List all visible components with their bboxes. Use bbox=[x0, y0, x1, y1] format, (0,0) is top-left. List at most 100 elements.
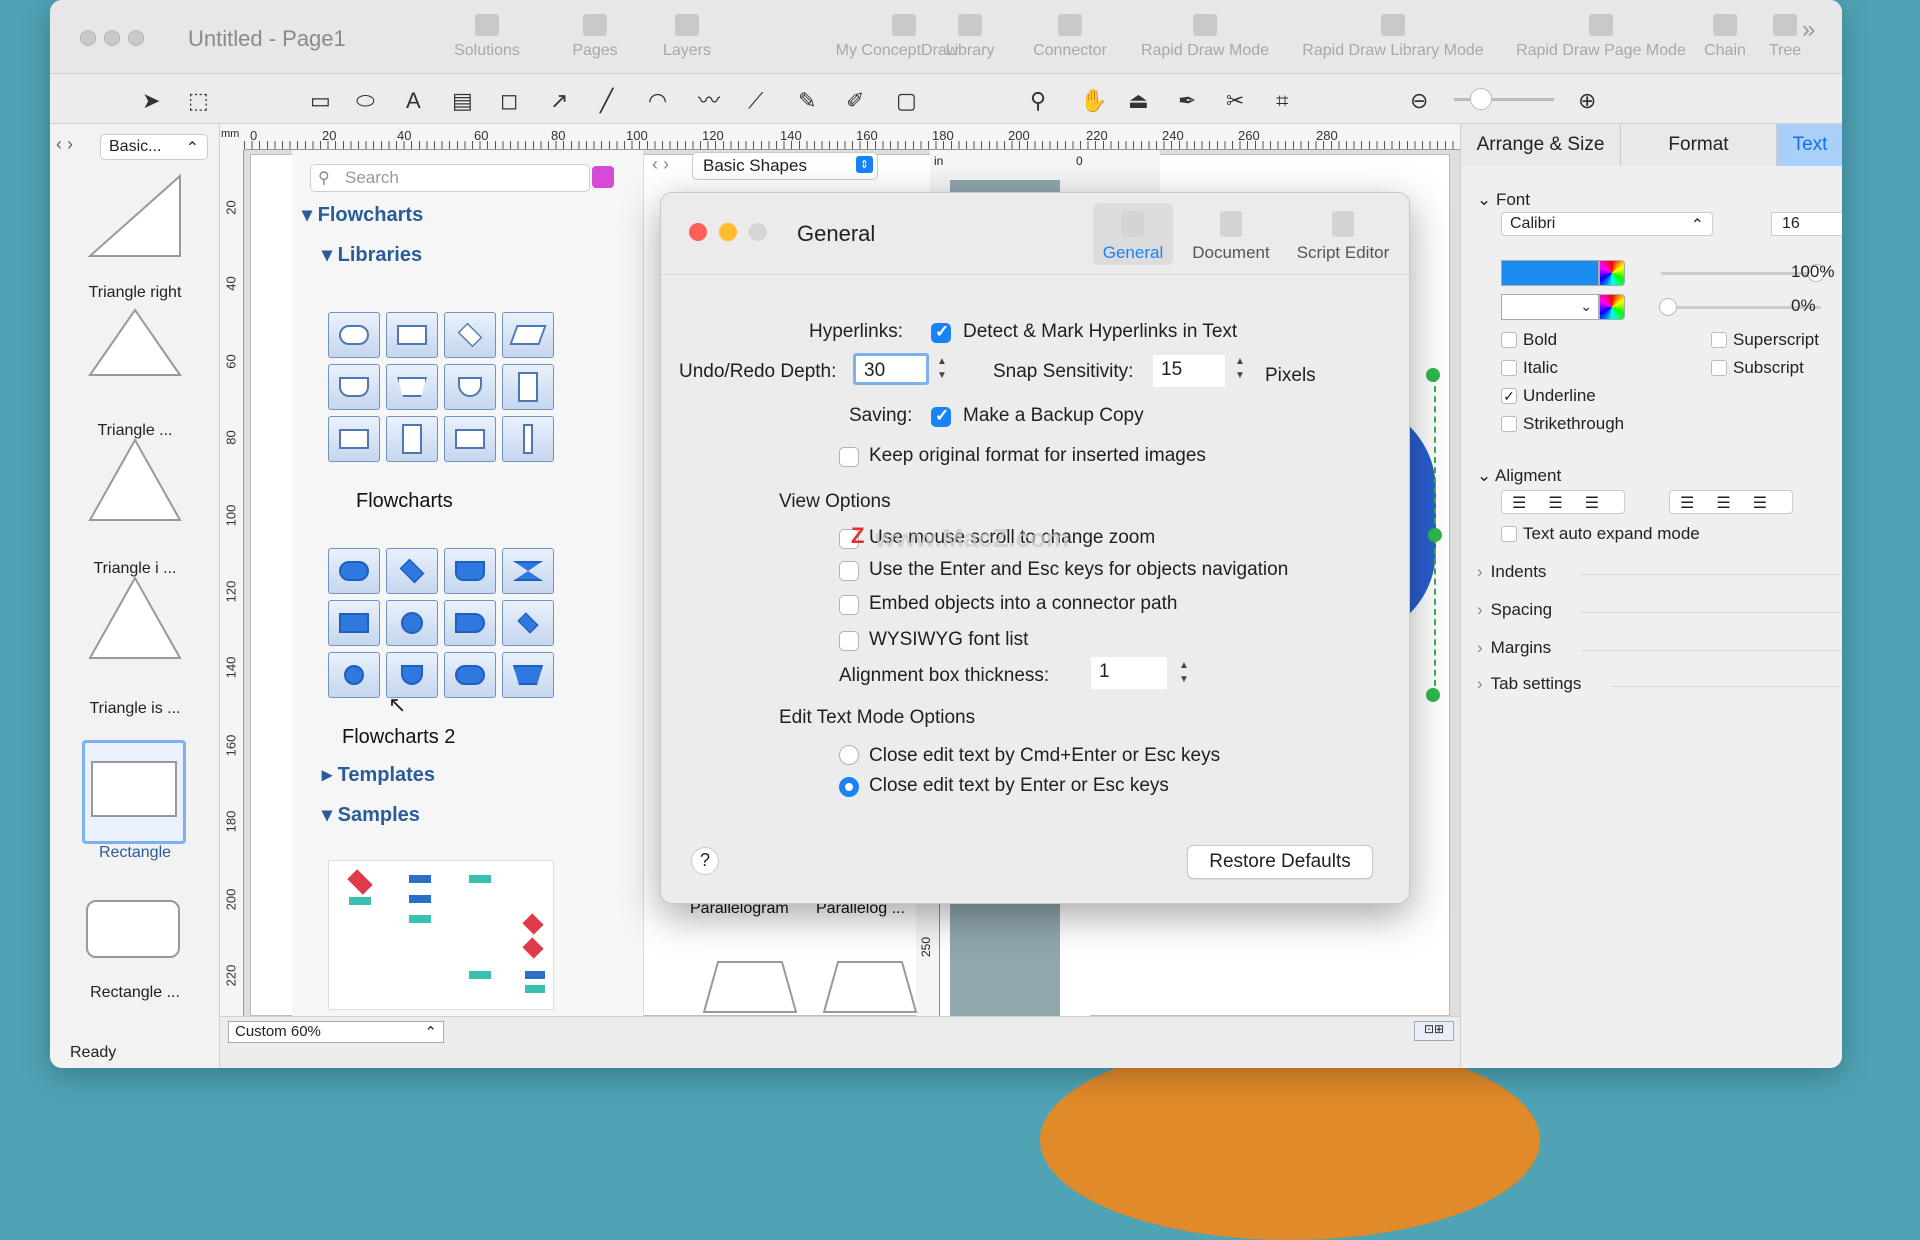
tab-general[interactable]: General bbox=[1093, 203, 1173, 265]
toolbar-connector[interactable]: Connector bbox=[1015, 14, 1125, 60]
library-shape[interactable] bbox=[328, 652, 380, 698]
zoom-slider[interactable] bbox=[1454, 98, 1554, 101]
tree-libraries[interactable]: ▾ Libraries bbox=[322, 242, 422, 267]
backup-copy-checkbox[interactable] bbox=[931, 406, 951, 427]
zoom-out-icon[interactable]: ⊖ bbox=[1410, 90, 1428, 112]
background-color-select[interactable]: ⌄ bbox=[1501, 294, 1599, 320]
dialog-minimize-button[interactable] bbox=[719, 223, 737, 241]
library-shape[interactable] bbox=[502, 364, 554, 410]
close-window-button[interactable] bbox=[80, 30, 96, 46]
font-section-header[interactable]: ⌄ Font bbox=[1477, 190, 1530, 210]
toolbar-solutions[interactable]: Solutions bbox=[432, 14, 542, 60]
embed-connector-checkbox[interactable] bbox=[839, 595, 859, 615]
zoom-slider-knob[interactable] bbox=[1470, 88, 1492, 110]
italic-checkbox[interactable] bbox=[1501, 360, 1517, 376]
bold-checkbox[interactable] bbox=[1501, 332, 1517, 348]
cmd-enter-radio[interactable] bbox=[839, 745, 859, 765]
fit-page-icon[interactable]: ⊡⊞ bbox=[1414, 1021, 1454, 1041]
pointer-tool-icon[interactable]: ➤ bbox=[142, 90, 160, 112]
textbox-tool-icon[interactable]: ▤ bbox=[452, 90, 473, 112]
tree-flowcharts[interactable]: ▾ Flowcharts bbox=[302, 202, 423, 227]
pen-tool-icon[interactable]: ✐ bbox=[846, 90, 864, 112]
strikethrough-checkbox[interactable] bbox=[1501, 416, 1517, 432]
library-shape[interactable] bbox=[444, 548, 496, 594]
tab-document[interactable]: Document bbox=[1181, 203, 1281, 265]
tree-templates[interactable]: ▸ Templates bbox=[322, 762, 435, 787]
selection-handle[interactable] bbox=[1428, 528, 1442, 542]
keep-format-checkbox[interactable] bbox=[839, 447, 859, 467]
nav-arrows-icon[interactable]: ‹ › bbox=[652, 154, 669, 175]
color-wheel-icon[interactable] bbox=[1599, 260, 1625, 286]
library-shape[interactable] bbox=[328, 312, 380, 358]
library-shape[interactable] bbox=[502, 548, 554, 594]
bezier-tool-icon[interactable]: ✎ bbox=[798, 90, 816, 112]
underline-checkbox[interactable]: ✓ bbox=[1501, 388, 1517, 404]
alignment-section-header[interactable]: ⌄ Aligment bbox=[1477, 466, 1561, 486]
flowcharts2-library-grid[interactable] bbox=[328, 548, 554, 698]
font-family-select[interactable]: Calibri ⌃ bbox=[1501, 212, 1713, 236]
toolbar-rapid-draw-library-mode[interactable]: Rapid Draw Library Mode bbox=[1288, 14, 1498, 60]
alignment-thickness-input[interactable]: 1 bbox=[1091, 657, 1167, 689]
minimize-window-button[interactable] bbox=[104, 30, 120, 46]
text-select-tool-icon[interactable]: ⬚ bbox=[188, 90, 209, 112]
crop-tool-icon[interactable]: ⌗ bbox=[1276, 90, 1288, 112]
undo-depth-input[interactable]: 30 bbox=[853, 353, 929, 385]
rounded-rectangle-thumbnail[interactable] bbox=[86, 900, 180, 958]
toolbar-chain[interactable]: Chain bbox=[1690, 14, 1760, 60]
tab-settings-section[interactable]: Tab settings bbox=[1477, 674, 1582, 694]
toolbar-rapid-draw-page-mode[interactable]: Rapid Draw Page Mode bbox=[1506, 14, 1696, 60]
zoom-window-button[interactable] bbox=[128, 30, 144, 46]
alignment-thickness-stepper[interactable]: ▲ ▼ bbox=[1177, 659, 1191, 689]
library-shape[interactable] bbox=[502, 416, 554, 462]
zoom-select[interactable]: Custom 60% ⌃ bbox=[228, 1021, 444, 1043]
margins-section[interactable]: Margins bbox=[1477, 638, 1551, 658]
library-shape[interactable] bbox=[328, 600, 380, 646]
arc-tool-icon[interactable]: ◠ bbox=[648, 90, 667, 112]
toolbar-library[interactable]: Library bbox=[920, 14, 1020, 60]
tab-script-editor[interactable]: Script Editor bbox=[1285, 203, 1401, 265]
line-tool-icon[interactable]: ╱ bbox=[600, 90, 613, 112]
enter-esc-navigation-checkbox[interactable] bbox=[839, 561, 859, 581]
library-shape[interactable] bbox=[444, 312, 496, 358]
arrow-tool-icon[interactable]: ↗ bbox=[550, 90, 568, 112]
parallelogram-shapes[interactable] bbox=[690, 956, 930, 1016]
bg-opacity-slider-knob[interactable] bbox=[1659, 298, 1677, 316]
snap-sensitivity-stepper[interactable]: ▲ ▼ bbox=[1233, 355, 1247, 385]
polyline-tool-icon[interactable]: ⟋ bbox=[748, 90, 763, 112]
library-shape[interactable] bbox=[328, 416, 380, 462]
zoom-tool-icon[interactable]: ⚲ bbox=[1030, 90, 1046, 112]
enter-esc-radio[interactable] bbox=[839, 777, 859, 797]
shape-tool-icon[interactable]: ▢ bbox=[896, 90, 917, 112]
freehand-tool-icon[interactable]: 〰 bbox=[698, 90, 720, 112]
library-shape[interactable] bbox=[386, 312, 438, 358]
library-shape[interactable] bbox=[502, 600, 554, 646]
help-button[interactable]: ? bbox=[691, 847, 719, 875]
tree-samples[interactable]: ▾ Samples bbox=[322, 802, 420, 827]
color-wheel-icon[interactable] bbox=[1599, 294, 1625, 320]
font-size-input[interactable]: 16 bbox=[1771, 212, 1842, 236]
triangle-isosceles-thumbnail[interactable] bbox=[80, 430, 190, 530]
restore-defaults-button[interactable]: Restore Defaults bbox=[1187, 845, 1373, 879]
text-tool-icon[interactable]: A bbox=[406, 90, 421, 112]
vertical-align-group[interactable]: ☰☰☰ bbox=[1669, 490, 1793, 514]
hand-tool-icon[interactable]: ✋ bbox=[1080, 90, 1107, 112]
triangle-thumbnail[interactable] bbox=[80, 300, 190, 400]
dialog-zoom-button[interactable] bbox=[749, 223, 767, 241]
detect-hyperlinks-checkbox[interactable] bbox=[931, 322, 951, 343]
text-color-swatch[interactable] bbox=[1501, 260, 1599, 286]
tab-format[interactable]: Format bbox=[1621, 124, 1777, 166]
sample-thumbnail[interactable] bbox=[328, 860, 554, 1010]
library-shape[interactable] bbox=[502, 652, 554, 698]
indents-section[interactable]: Indents bbox=[1477, 562, 1547, 582]
subscript-checkbox[interactable] bbox=[1711, 360, 1727, 376]
library-shape[interactable] bbox=[444, 652, 496, 698]
triangle-equilateral-thumbnail[interactable] bbox=[80, 568, 190, 668]
library-shape[interactable] bbox=[386, 364, 438, 410]
toolbar-overflow-icon[interactable]: » bbox=[1802, 16, 1815, 44]
toolbar-rapid-draw-mode[interactable]: Rapid Draw Mode bbox=[1130, 14, 1280, 60]
library-shape[interactable] bbox=[328, 548, 380, 594]
selection-handle[interactable] bbox=[1426, 368, 1440, 382]
format-painter-icon[interactable]: ✂ bbox=[1226, 90, 1244, 112]
magic-wand-icon[interactable] bbox=[592, 166, 614, 188]
library-selector[interactable]: Basic... ⌃ bbox=[100, 134, 208, 160]
